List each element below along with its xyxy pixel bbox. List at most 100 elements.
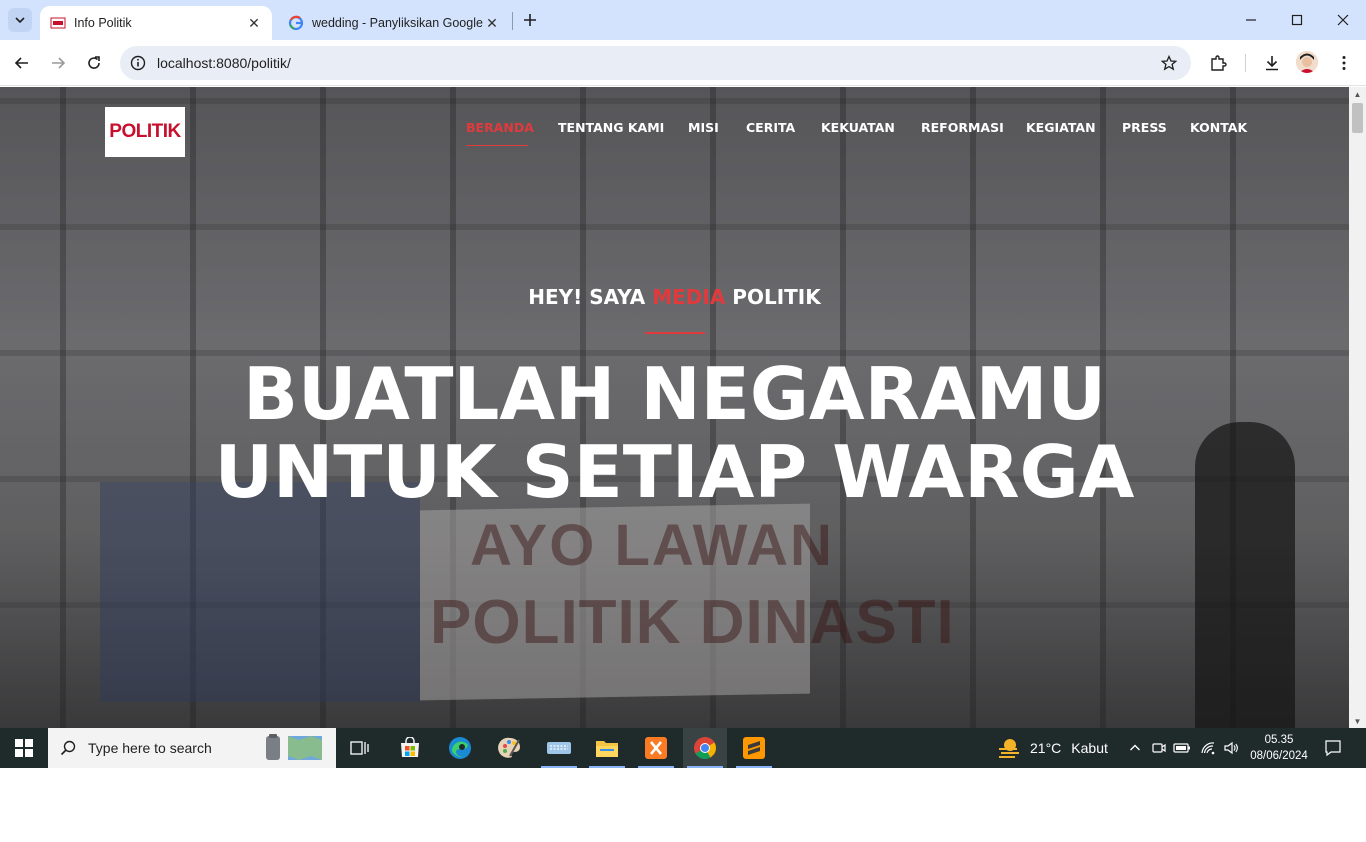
tab-search-button[interactable] xyxy=(8,8,32,32)
weather-temperature: 21°C xyxy=(1030,740,1062,756)
hero-kicker-post: POLITIK xyxy=(725,285,821,309)
taskbar-store-app[interactable] xyxy=(388,728,432,768)
camera-icon xyxy=(1152,743,1166,753)
speaker-icon xyxy=(1224,741,1238,755)
new-tab-button[interactable] xyxy=(520,10,540,30)
google-icon xyxy=(288,15,304,31)
notifications-button[interactable] xyxy=(1320,728,1346,768)
tray-meet-now[interactable] xyxy=(1148,728,1170,768)
task-view-button[interactable] xyxy=(338,728,382,768)
chevron-down-icon xyxy=(15,17,25,24)
site-logo-text: POLITIK xyxy=(109,121,181,142)
close-window-button[interactable] xyxy=(1320,0,1366,40)
arrow-right-icon xyxy=(52,57,66,69)
taskbar-sublime-app[interactable] xyxy=(732,728,776,768)
notification-icon xyxy=(1325,740,1341,757)
site-logo[interactable]: POLITIK xyxy=(105,107,185,157)
nav-item-press[interactable]: PRESS xyxy=(1122,120,1167,140)
system-clock[interactable]: 05.35 08/06/2024 xyxy=(1244,732,1314,764)
start-button[interactable] xyxy=(0,728,48,768)
nav-item-tentang-kami[interactable]: TENTANG KAMI xyxy=(558,120,664,140)
taskbar-keyboard-app[interactable] xyxy=(537,728,581,768)
tray-volume[interactable] xyxy=(1220,728,1242,768)
tab-info-politik[interactable]: Info Politik ✕ xyxy=(40,6,272,40)
close-icon xyxy=(1337,14,1349,26)
back-button[interactable] xyxy=(10,51,34,75)
windows-logo-icon xyxy=(15,739,33,757)
chevron-up-icon xyxy=(1130,744,1140,751)
bookmark-star-icon[interactable] xyxy=(1159,53,1179,73)
extensions-button[interactable] xyxy=(1206,51,1230,75)
nav-item-reformasi[interactable]: REFORMASI xyxy=(921,120,1004,140)
taskbar-search-box[interactable]: Type here to search xyxy=(48,728,336,768)
chrome-icon xyxy=(694,737,716,759)
close-tab-icon[interactable]: ✕ xyxy=(484,15,500,31)
toolbar-separator xyxy=(1245,54,1246,72)
tray-battery[interactable] xyxy=(1171,728,1193,768)
url-text[interactable]: localhost:8080/politik/ xyxy=(157,55,291,71)
wifi-icon xyxy=(1201,742,1215,755)
politik-favicon-icon xyxy=(50,17,66,29)
nav-item-kekuatan[interactable]: KEKUATAN xyxy=(821,120,895,140)
browser-menu-button[interactable] xyxy=(1332,51,1356,75)
tray-network[interactable] xyxy=(1197,728,1219,768)
nav-item-cerita[interactable]: CERITA xyxy=(746,120,795,140)
browser-toolbar: localhost:8080/politik/ xyxy=(0,40,1366,86)
nav-item-beranda[interactable]: BERANDA xyxy=(466,120,534,140)
scroll-down-arrow-icon[interactable]: ▼ xyxy=(1349,714,1366,728)
taskbar-edge-app[interactable] xyxy=(438,728,482,768)
tab-title: wedding - Panyliksikan Google xyxy=(312,16,483,30)
profile-avatar[interactable] xyxy=(1296,51,1318,73)
sublime-text-icon xyxy=(743,737,765,759)
nav-item-misi[interactable]: MISI xyxy=(688,120,719,140)
nav-item-kontak[interactable]: KONTAK xyxy=(1190,120,1247,140)
puzzle-icon xyxy=(1211,55,1227,71)
taskbar-paint-app[interactable] xyxy=(488,728,532,768)
hero-kicker-divider xyxy=(645,332,705,334)
reload-icon xyxy=(88,56,100,69)
more-vertical-icon xyxy=(1342,56,1346,70)
site-info-icon[interactable] xyxy=(128,53,148,73)
close-tab-icon[interactable]: ✕ xyxy=(246,15,262,31)
forward-button[interactable] xyxy=(46,51,70,75)
paint-palette-icon xyxy=(498,737,520,758)
page-scrollbar[interactable]: ▲ ▼ xyxy=(1349,87,1366,728)
downloads-button[interactable] xyxy=(1260,51,1284,75)
search-icon xyxy=(60,740,76,756)
taskbar-chrome-app[interactable] xyxy=(683,728,727,768)
page-viewport: AYO LAWAN POLITIK DINASTI POLITIK BERAND… xyxy=(0,87,1349,728)
scroll-up-arrow-icon[interactable]: ▲ xyxy=(1349,87,1366,101)
hero-kicker: HEY! SAYA MEDIA POLITIK xyxy=(0,285,1349,309)
task-view-icon xyxy=(350,741,369,755)
address-bar[interactable]: localhost:8080/politik/ xyxy=(120,46,1191,80)
hero-kicker-pre: HEY! SAYA xyxy=(528,285,653,309)
edge-icon xyxy=(449,737,471,759)
reload-button[interactable] xyxy=(82,51,106,75)
maximize-button[interactable] xyxy=(1274,0,1320,40)
tab-separator xyxy=(512,12,513,30)
fog-weather-icon xyxy=(999,739,1019,758)
tab-google-search[interactable]: wedding - Panyliksikan Google ✕ xyxy=(278,6,510,40)
microsoft-store-icon xyxy=(401,737,419,757)
battery-icon xyxy=(1173,743,1190,753)
tray-overflow-button[interactable] xyxy=(1124,728,1146,768)
weather-widget[interactable]: 21°C Kabut xyxy=(996,728,1108,768)
hero-headline-line-1: BUATLAH NEGARAMU xyxy=(243,352,1106,436)
download-icon xyxy=(1266,56,1278,71)
browser-tab-strip: Info Politik ✕ wedding - Panyliksikan Go… xyxy=(0,0,1366,40)
hero-kicker-accent: MEDIA xyxy=(652,285,726,309)
maximize-icon xyxy=(1291,14,1303,26)
nav-item-kegiatan[interactable]: KEGIATAN xyxy=(1026,120,1096,140)
profile-avatar-icon xyxy=(1296,51,1318,73)
taskbar-file-explorer-app[interactable] xyxy=(585,728,629,768)
nav-active-underline xyxy=(466,145,528,146)
hero-headline-line-2: UNTUK SETIAP WARGA xyxy=(214,430,1135,514)
weather-description: Kabut xyxy=(1071,740,1108,756)
folder-icon xyxy=(596,741,618,757)
clock-time: 05.35 xyxy=(1264,734,1294,746)
scroll-thumb[interactable] xyxy=(1352,103,1363,133)
keyboard-icon xyxy=(547,742,571,754)
minimize-button[interactable] xyxy=(1228,0,1274,40)
tab-title: Info Politik xyxy=(74,16,132,30)
taskbar-xampp-app[interactable] xyxy=(634,728,678,768)
